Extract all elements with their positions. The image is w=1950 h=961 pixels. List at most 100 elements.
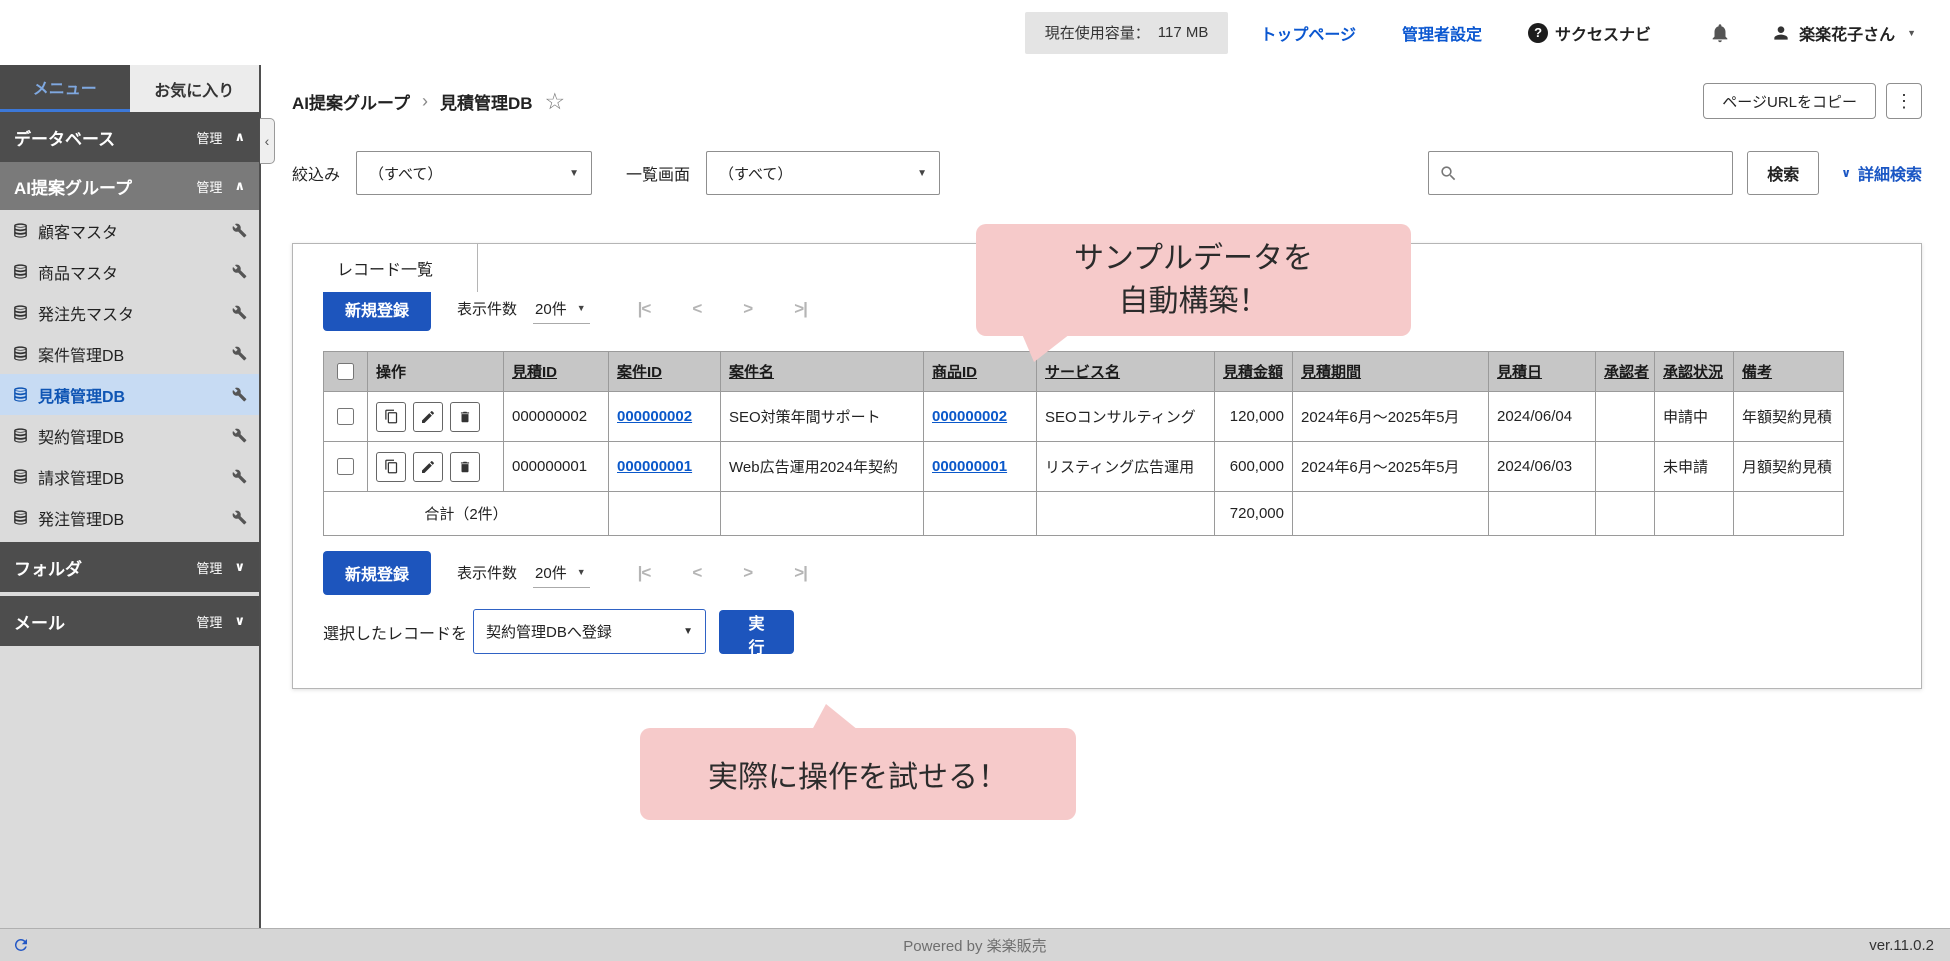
wrench-icon[interactable] bbox=[232, 305, 247, 320]
sidebar-tabs: メニュー お気に入り bbox=[0, 65, 259, 112]
pagination: |< < > >| bbox=[638, 299, 807, 319]
search-button[interactable]: 検索 bbox=[1747, 151, 1819, 195]
last-page-button[interactable]: >| bbox=[794, 563, 807, 583]
wrench-icon[interactable] bbox=[232, 346, 247, 361]
sidebar-tab-favorites[interactable]: お気に入り bbox=[130, 65, 260, 112]
success-navi-link[interactable]: ? サクセスナビ bbox=[1528, 21, 1651, 45]
admin-settings-link[interactable]: 管理者設定 bbox=[1402, 21, 1482, 45]
sidebar-tab-menu[interactable]: メニュー bbox=[0, 65, 130, 112]
pagination: |< < > >| bbox=[638, 563, 807, 583]
sidebar-item-case-db[interactable]: 案件管理DB bbox=[0, 333, 259, 374]
version-label: ver.11.0.2 bbox=[1869, 937, 1934, 954]
delete-record-button[interactable] bbox=[450, 452, 480, 482]
favorite-star-icon[interactable]: ☆ bbox=[545, 88, 566, 115]
sidebar-item-label: 請求管理DB bbox=[38, 465, 124, 489]
tab-record-list[interactable]: レコード一覧 bbox=[292, 243, 478, 292]
sidebar-section-mail[interactable]: メール 管理 ∨ bbox=[0, 596, 259, 646]
user-menu[interactable]: 楽楽花子さん ▼ bbox=[1771, 21, 1916, 45]
sidebar-section-label: フォルダ bbox=[14, 555, 82, 580]
callout-tail bbox=[812, 704, 858, 730]
prev-page-button[interactable]: < bbox=[692, 299, 701, 319]
database-icon bbox=[12, 427, 29, 444]
per-page-select[interactable]: 20件 ▼ bbox=[533, 294, 590, 324]
execute-button[interactable]: 実行 bbox=[719, 610, 794, 654]
col-date: 見積日 bbox=[1489, 352, 1596, 392]
new-record-button[interactable]: 新規登録 bbox=[323, 287, 431, 331]
last-page-button[interactable]: >| bbox=[794, 299, 807, 319]
sidebar-item-product-master[interactable]: 商品マスタ bbox=[0, 251, 259, 292]
sidebar-section-ai-group[interactable]: AI提案グループ 管理 ∧ bbox=[0, 162, 259, 210]
refresh-icon[interactable] bbox=[12, 936, 30, 954]
chevron-down-icon: ∨ bbox=[234, 613, 245, 629]
cell-case-name: Web広告運用2024年契約 bbox=[721, 442, 924, 492]
sidebar-item-order-db[interactable]: 発注管理DB bbox=[0, 497, 259, 538]
copy-record-button[interactable] bbox=[376, 452, 406, 482]
sidebar-collapse-button[interactable]: ‹ bbox=[260, 118, 275, 164]
manage-badge[interactable]: 管理 bbox=[196, 558, 222, 577]
callout-line: 実際に操作を試せる！ bbox=[708, 752, 1008, 796]
manage-badge[interactable]: 管理 bbox=[196, 612, 222, 631]
delete-record-button[interactable] bbox=[450, 402, 480, 432]
first-page-button[interactable]: |< bbox=[638, 299, 651, 319]
cell-product-id-link[interactable]: 000000001 bbox=[924, 442, 1037, 492]
wrench-icon[interactable] bbox=[232, 428, 247, 443]
next-page-button[interactable]: > bbox=[743, 563, 752, 583]
edit-record-button[interactable] bbox=[413, 452, 443, 482]
cell-case-id-link[interactable]: 000000002 bbox=[609, 392, 721, 442]
sidebar-item-billing-db[interactable]: 請求管理DB bbox=[0, 456, 259, 497]
new-record-button[interactable]: 新規登録 bbox=[323, 551, 431, 595]
sidebar-section-database[interactable]: データベース 管理 ∧ bbox=[0, 112, 259, 162]
copy-page-url-button[interactable]: ページURLをコピー bbox=[1703, 83, 1876, 119]
wrench-icon[interactable] bbox=[232, 510, 247, 525]
sidebar-item-estimate-db[interactable]: 見積管理DB bbox=[0, 374, 259, 415]
breadcrumb-parent[interactable]: AI提案グループ bbox=[292, 89, 410, 114]
chevron-up-icon: ∧ bbox=[234, 129, 245, 145]
next-page-button[interactable]: > bbox=[743, 299, 752, 319]
manage-badge[interactable]: 管理 bbox=[196, 177, 222, 196]
notification-bell-icon[interactable] bbox=[1709, 22, 1731, 44]
table-total-row: 合計（2件） 720,000 bbox=[324, 492, 1844, 536]
wrench-icon[interactable] bbox=[232, 223, 247, 238]
kebab-menu-button[interactable]: ⋮ bbox=[1886, 83, 1922, 119]
chevron-up-icon: ∧ bbox=[234, 178, 245, 194]
manage-badge[interactable]: 管理 bbox=[196, 128, 222, 147]
cell-estimate-id: 000000002 bbox=[504, 392, 609, 442]
copy-record-button[interactable] bbox=[376, 402, 406, 432]
wrench-icon[interactable] bbox=[232, 264, 247, 279]
cell-product-id-link[interactable]: 000000002 bbox=[924, 392, 1037, 442]
wrench-icon[interactable] bbox=[232, 387, 247, 402]
list-controls-bottom: 新規登録 表示件数 20件 ▼ |< < > >| bbox=[323, 550, 1891, 595]
prev-page-button[interactable]: < bbox=[692, 563, 701, 583]
bulk-action-bar: 選択したレコードを 契約管理DBへ登録 ▼ 実行 bbox=[323, 609, 1891, 654]
sidebar-section-label: メール bbox=[14, 609, 65, 634]
row-checkbox[interactable] bbox=[337, 458, 354, 475]
bulk-action-select[interactable]: 契約管理DBへ登録 ▼ bbox=[473, 609, 706, 654]
cell-service-name: リスティング広告運用 bbox=[1037, 442, 1215, 492]
sidebar: メニュー お気に入り データベース 管理 ∧ AI提案グループ 管理 ∧ 顧客マ… bbox=[0, 65, 261, 928]
sidebar-item-supplier-master[interactable]: 発注先マスタ bbox=[0, 292, 259, 333]
search-input[interactable] bbox=[1466, 165, 1722, 182]
top-page-link[interactable]: トップページ bbox=[1260, 21, 1356, 45]
advanced-search-link[interactable]: ∨ 詳細検索 bbox=[1841, 161, 1922, 185]
wrench-icon[interactable] bbox=[232, 469, 247, 484]
narrow-filter-select[interactable]: （すべて） ▼ bbox=[356, 151, 592, 195]
storage-usage-label: 現在使用容量： bbox=[1045, 22, 1150, 43]
sidebar-item-customer-master[interactable]: 顧客マスタ bbox=[0, 210, 259, 251]
cell-period: 2024年6月～2025年5月 bbox=[1293, 392, 1489, 442]
record-table: 操作 見積ID 案件ID 案件名 商品ID サービス名 見積金額 見積期間 見積… bbox=[323, 351, 1844, 536]
edit-record-button[interactable] bbox=[413, 402, 443, 432]
select-all-checkbox[interactable] bbox=[337, 363, 354, 380]
cell-case-id-link[interactable]: 000000001 bbox=[609, 442, 721, 492]
view-filter-select[interactable]: （すべて） ▼ bbox=[706, 151, 940, 195]
cell-approver bbox=[1596, 442, 1655, 492]
cell-date: 2024/06/03 bbox=[1489, 442, 1596, 492]
total-label: 合計（2件） bbox=[324, 492, 609, 536]
row-checkbox[interactable] bbox=[337, 408, 354, 425]
per-page-select[interactable]: 20件 ▼ bbox=[533, 558, 590, 588]
sidebar-section-folder[interactable]: フォルダ 管理 ∨ bbox=[0, 542, 259, 592]
per-page-label: 表示件数 bbox=[457, 298, 517, 319]
sidebar-item-contract-db[interactable]: 契約管理DB bbox=[0, 415, 259, 456]
app-window: 現在使用容量： 117 MB トップページ 管理者設定 ? サクセスナビ 楽楽花… bbox=[0, 0, 1950, 961]
first-page-button[interactable]: |< bbox=[638, 563, 651, 583]
trash-icon bbox=[458, 460, 472, 474]
